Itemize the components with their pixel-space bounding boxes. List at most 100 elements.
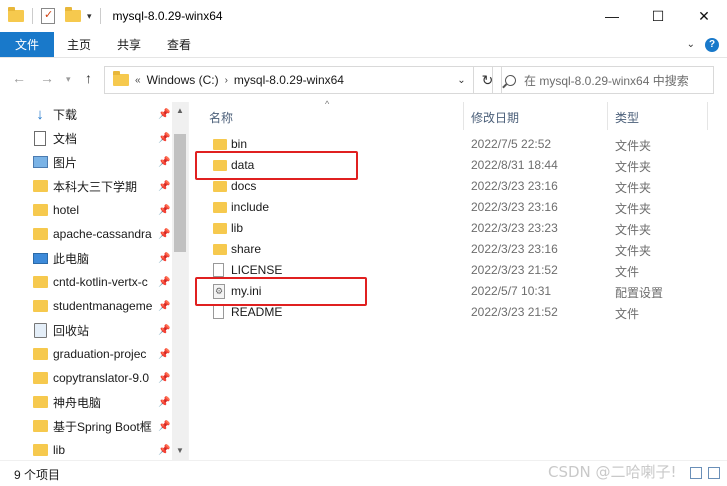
minimize-button[interactable]: —	[589, 0, 635, 32]
sidebar-item-label: hotel	[53, 203, 80, 217]
file-row[interactable]: include 2022/3/23 23:16 文件夹	[189, 197, 709, 218]
pin-icon[interactable]: 📌	[158, 157, 170, 168]
sidebar-item-folder[interactable]: 基于Spring Boot框 📌	[0, 414, 172, 438]
pin-icon[interactable]: 📌	[158, 373, 170, 384]
sidebar-item-folder[interactable]: studentmanageme 📌	[0, 294, 172, 318]
chevron-right-icon[interactable]: ›	[225, 75, 228, 86]
search-placeholder: 在 mysql-8.0.29-winx64 中搜索	[524, 73, 689, 88]
quick-access-dropdown-icon[interactable]: ▾	[87, 11, 92, 22]
sidebar-item-label: 本科大三下学期	[53, 179, 138, 194]
file-date: 2022/5/7 10:31	[471, 284, 552, 298]
sort-ascending-icon: ^	[325, 99, 330, 109]
pin-icon[interactable]: 📌	[158, 325, 170, 336]
pin-icon[interactable]: 📌	[158, 133, 170, 144]
pin-icon[interactable]: 📌	[158, 397, 170, 408]
tab-file[interactable]: 文件	[0, 32, 55, 57]
file-name: lib	[231, 221, 244, 235]
file-type: 文件夹	[615, 139, 652, 153]
column-divider[interactable]	[607, 102, 608, 130]
sidebar-item-folder[interactable]: hotel 📌	[0, 198, 172, 222]
tab-home[interactable]: 主页	[54, 32, 104, 57]
large-icons-view-icon[interactable]	[708, 467, 720, 479]
new-folder-icon[interactable]	[65, 7, 81, 22]
breadcrumb-folder[interactable]: mysql-8.0.29-winx64	[234, 73, 344, 87]
sidebar-item-folder[interactable]: cntd-kotlin-vertx-c 📌	[0, 270, 172, 294]
sidebar-item-folder[interactable]: graduation-projec 📌	[0, 342, 172, 366]
column-header-type[interactable]: 类型	[615, 109, 639, 126]
tab-share[interactable]: 共享	[104, 32, 154, 57]
folder-icon	[32, 226, 48, 242]
file-row[interactable]: share 2022/3/23 23:16 文件夹	[189, 239, 709, 260]
address-bar[interactable]: « Windows (C:) › mysql-8.0.29-winx64 ⌄	[104, 66, 474, 94]
pin-icon[interactable]: 📌	[158, 277, 170, 288]
overflow-crumb[interactable]: «	[135, 75, 141, 86]
scroll-down-icon[interactable]: ▼	[176, 446, 184, 455]
folder-icon	[213, 223, 227, 234]
back-arrow-icon[interactable]: ←	[12, 70, 26, 86]
sidebar-item-folder[interactable]: apache-cassandra 📌	[0, 222, 172, 246]
navigation-pane: ↓ 下载 📌 文档 📌 图片 📌 本科大三下学期 📌 hotel 📌 apach…	[0, 102, 188, 460]
watermark: CSDN @二哈喇子!	[548, 463, 677, 481]
details-view-icon[interactable]	[690, 467, 702, 479]
file-date: 2022/3/23 23:23	[471, 221, 558, 235]
tab-view[interactable]: 查看	[154, 32, 204, 57]
sidebar-item-documents[interactable]: 文档 📌	[0, 126, 172, 150]
sidebar-item-this-pc[interactable]: 此电脑 📌	[0, 246, 172, 270]
sidebar-item-label: 下载	[53, 107, 78, 122]
pin-icon[interactable]: 📌	[158, 109, 170, 120]
pin-icon[interactable]: 📌	[158, 205, 170, 216]
properties-icon[interactable]	[41, 8, 55, 24]
expand-ribbon-icon[interactable]: ⌄	[687, 39, 695, 50]
sidebar-item-folder[interactable]: copytranslator-9.0 📌	[0, 366, 172, 390]
pin-icon[interactable]: 📌	[158, 181, 170, 192]
file-row[interactable]: lib 2022/3/23 23:23 文件夹	[189, 218, 709, 239]
file-type: 文件	[615, 307, 640, 321]
pin-icon[interactable]: 📌	[158, 253, 170, 264]
sidebar-item-recycle-bin[interactable]: 回收站 📌	[0, 318, 172, 342]
address-row: ← → ▾ ↑ « Windows (C:) › mysql-8.0.29-wi…	[0, 58, 727, 102]
pin-icon[interactable]: 📌	[158, 229, 170, 240]
folder-icon	[32, 178, 48, 194]
maximize-button[interactable]: ☐	[635, 0, 681, 32]
ribbon-tabs: 文件 主页 共享 查看 ⌄ ?	[0, 32, 727, 58]
scroll-up-icon[interactable]: ▲	[176, 106, 184, 115]
file-icon	[213, 263, 224, 277]
pin-icon[interactable]: 📌	[158, 301, 170, 312]
sidebar-scrollbar[interactable]: ▲ ▼	[172, 102, 188, 460]
sidebar-item-pictures[interactable]: 图片 📌	[0, 150, 172, 174]
forward-arrow-icon[interactable]: →	[40, 70, 54, 86]
search-input[interactable]: 在 mysql-8.0.29-winx64 中搜索	[492, 66, 714, 94]
pin-icon[interactable]: 📌	[158, 421, 170, 432]
file-list-scrollbar[interactable]	[710, 130, 727, 460]
sidebar-item-folder[interactable]: 本科大三下学期 📌	[0, 174, 172, 198]
column-header-name[interactable]: 名称	[209, 109, 233, 126]
pin-icon[interactable]: 📌	[158, 349, 170, 360]
sidebar-item-downloads[interactable]: ↓ 下载 📌	[0, 102, 172, 126]
sidebar-item-label: 此电脑	[53, 251, 90, 266]
help-icon[interactable]: ?	[705, 37, 719, 52]
folder-icon	[32, 418, 48, 434]
recent-locations-icon[interactable]: ▾	[66, 74, 71, 85]
sidebar-scroll-thumb[interactable]	[174, 134, 186, 252]
column-header-date[interactable]: 修改日期	[471, 109, 519, 126]
breadcrumb-drive[interactable]: Windows (C:)	[147, 73, 219, 87]
close-button[interactable]: ✕	[681, 0, 727, 32]
folder-icon	[32, 370, 48, 386]
column-divider[interactable]	[463, 102, 464, 130]
file-name: docs	[231, 179, 257, 193]
folder-icon	[213, 139, 227, 150]
sidebar-item-folder[interactable]: 神舟电脑 📌	[0, 390, 172, 414]
sidebar-item-label: lib	[53, 443, 66, 457]
file-date: 2022/3/23 21:52	[471, 305, 558, 319]
pin-icon[interactable]: 📌	[158, 445, 170, 456]
file-type: 文件夹	[615, 181, 652, 195]
folder-icon	[213, 244, 227, 255]
folder-icon	[213, 181, 227, 192]
folder-icon	[32, 442, 48, 458]
sidebar-item-label: 图片	[53, 155, 78, 170]
up-arrow-icon[interactable]: ↑	[85, 70, 92, 86]
sidebar-item-folder[interactable]: lib 📌	[0, 438, 172, 462]
folder-icon	[32, 394, 48, 410]
address-history-dropdown-icon[interactable]: ⌄	[449, 67, 473, 93]
column-divider[interactable]	[707, 102, 708, 130]
